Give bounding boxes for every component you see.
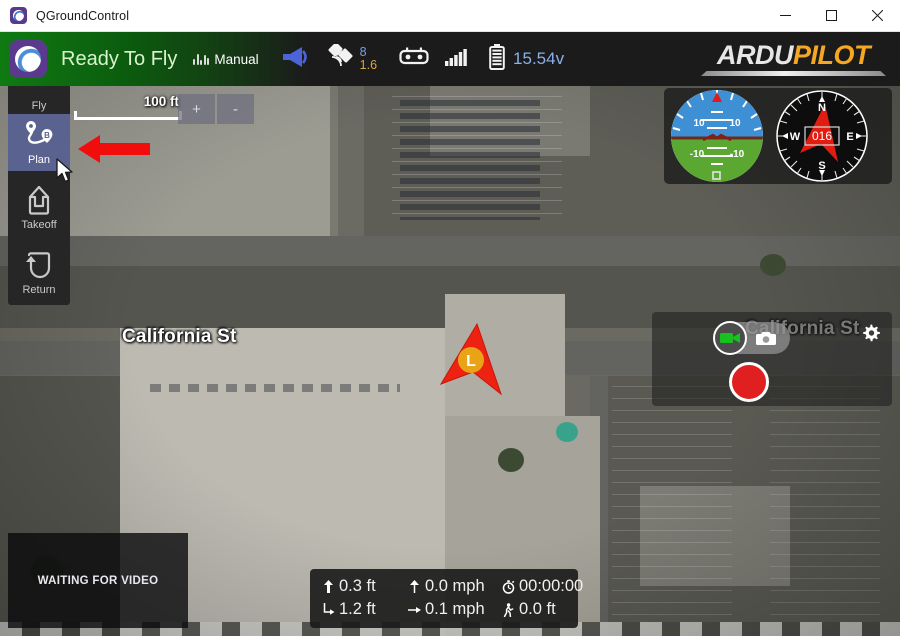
close-button[interactable] [854, 0, 900, 32]
sidebar-item-label-plan: Plan [27, 154, 51, 166]
message-indicator[interactable] [281, 45, 311, 74]
main-toolbar: Ready To Fly Manual 8 1.6 15.54v ARDUPIL… [0, 32, 900, 86]
video-camera-icon[interactable] [713, 321, 747, 355]
vertical-speed-icon [408, 580, 421, 593]
attitude-pitch-up-left: 10 [693, 118, 705, 129]
sidebar-item-return[interactable]: Return [8, 244, 70, 301]
telemetry-distance-to-home-value: 0.0 ft [519, 600, 556, 618]
record-button[interactable] [729, 362, 769, 402]
battery-voltage-text: 15.54v [513, 49, 565, 68]
distance-to-home-icon [502, 602, 515, 617]
rc-controller-icon [399, 47, 429, 72]
telemetry-ground-speed: 0.1 mph [408, 600, 502, 619]
distance-icon [322, 603, 335, 616]
telemetry-ground-speed-value: 0.1 mph [425, 600, 485, 618]
home-marker-label: L [466, 353, 476, 370]
telemetry-altitude-value: 0.3 ft [339, 577, 376, 595]
flight-time-icon [502, 579, 515, 594]
mouse-cursor [56, 158, 74, 189]
title-bar: QGroundControl [0, 0, 900, 32]
ardupilot-brand-logo: ARDUPILOT [701, 42, 886, 76]
telemetry-altitude: 0.3 ft [322, 577, 408, 596]
satellite-icon [327, 42, 355, 75]
sidebar-item-fly[interactable]: Fly [8, 86, 70, 114]
camera-mode-toggle[interactable] [713, 321, 790, 355]
qgroundcontrol-window: QGroundControl Ready To Fly Manual 8 1.6… [0, 0, 900, 636]
telemetry-distance-to-home: 0.0 ft [502, 600, 583, 619]
vehicle-marker[interactable]: L [437, 322, 509, 403]
street-label-california-left: California St [122, 326, 237, 347]
compass-west-label: W [790, 131, 801, 143]
telemetry-vertical-speed-value: 0.0 mph [425, 577, 485, 595]
minimize-button[interactable] [762, 0, 808, 32]
gps-indicator[interactable]: 8 1.6 [327, 42, 378, 75]
flight-mode-icon [193, 53, 210, 65]
compass-north-label: N [818, 102, 826, 114]
telemetry-signal-indicator[interactable] [445, 48, 467, 71]
compass-south-label: S [818, 160, 825, 172]
sidebar-item-label-return: Return [22, 284, 56, 296]
instrument-panel: 10 10 -10 -10 N S W E 016 [664, 88, 892, 184]
gear-icon[interactable] [861, 324, 880, 348]
telemetry-flight-time: 00:00:00 [502, 577, 583, 596]
sidebar-item-label-takeoff: Takeoff [21, 219, 57, 231]
gps-values: 8 1.6 [359, 45, 378, 72]
telemetry-distance: 1.2 ft [322, 600, 408, 619]
battery-indicator[interactable]: 15.54v [489, 43, 565, 75]
brand-pilot-text: PILOT [793, 40, 871, 70]
ground-speed-icon [408, 604, 421, 616]
map-scale-label: 100 ft [143, 94, 179, 109]
return-to-home-icon [20, 248, 58, 282]
compass-heading-value: 016 [812, 129, 832, 143]
annotation-red-arrow [78, 132, 150, 171]
battery-icon [489, 43, 505, 75]
qgroundcontrol-logo-icon[interactable] [9, 40, 47, 78]
window-title: QGroundControl [36, 8, 130, 23]
map-scale-bar: 100 ft [74, 94, 182, 120]
brand-ardu-text: ARDU [717, 40, 794, 70]
telemetry-vertical-speed: 0.0 mph [408, 577, 502, 596]
compass-indicator[interactable]: N S W E 016 [776, 90, 868, 182]
message-megaphone-icon [281, 45, 311, 74]
plan-route-icon: B [20, 118, 58, 152]
attitude-pitch-up-right: 10 [729, 118, 741, 129]
map-view[interactable]: California St California St L 100 ft + -… [0, 86, 900, 636]
telemetry-distance-value: 1.2 ft [339, 600, 376, 618]
map-zoom-out-button[interactable]: - [217, 94, 254, 124]
map-zoom-in-button[interactable]: + [178, 94, 215, 124]
telemetry-flight-time-value: 00:00:00 [519, 577, 584, 595]
rc-indicator[interactable] [399, 47, 429, 72]
app-icon [10, 7, 27, 24]
signal-bars-icon [445, 48, 467, 71]
window-controls [762, 0, 900, 32]
flight-mode-label: Manual [214, 51, 259, 67]
video-feed-panel[interactable]: WAITING FOR VIDEO [8, 533, 188, 628]
left-navigation-menu: Fly B Plan Takeoff Return [8, 86, 70, 305]
flight-mode-selector[interactable]: Manual [193, 51, 259, 67]
attitude-pitch-down-right: -10 [730, 149, 745, 160]
gps-hdop-value: 1.6 [359, 58, 378, 72]
flight-status-text: Ready To Fly [61, 47, 178, 70]
map-scale-ruler [74, 111, 182, 120]
svg-text:B: B [44, 131, 50, 140]
telemetry-values-panel: 0.3 ft 0.0 mph 00:00:00 1.2 ft 0.1 mph 0… [310, 569, 583, 628]
attitude-pitch-down-left: -10 [690, 149, 705, 160]
attitude-indicator[interactable]: 10 10 -10 -10 [671, 90, 763, 182]
camera-control-panel [652, 312, 892, 406]
video-status-text: WAITING FOR VIDEO [37, 574, 159, 587]
takeoff-arrow-icon [20, 183, 58, 217]
maximize-button[interactable] [808, 0, 854, 32]
brand-underline [701, 71, 886, 76]
photo-camera-icon[interactable] [747, 322, 785, 354]
sidebar-item-label-fly: Fly [31, 100, 47, 112]
altitude-icon [322, 580, 335, 593]
compass-east-label: E [846, 131, 853, 143]
